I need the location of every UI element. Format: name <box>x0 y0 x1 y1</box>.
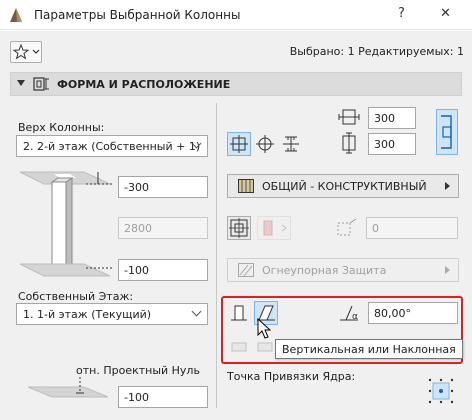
divider <box>216 103 217 408</box>
home-story-select[interactable]: 1. 1-й этаж (Текущий) <box>16 303 208 325</box>
chain-link-icon <box>441 115 452 149</box>
home-story-label: Собственный Этаж: <box>18 290 134 303</box>
core-square-icon <box>229 218 249 238</box>
top-story-select[interactable]: 2. 2-й этаж (Собственный + 1) <box>16 135 208 157</box>
section-title: ФОРМА И РАСПОЛОЖЕНИЕ <box>57 78 231 91</box>
top-story-value: 2. 2-й этаж (Собственный + 1) <box>23 140 201 153</box>
settings-panel: Выбрано: 1 Редактируемых: 1 ФОРМА И РАСП… <box>0 31 472 420</box>
chevron-right-icon <box>445 266 450 274</box>
profile-shape-button[interactable] <box>279 132 303 156</box>
star-icon <box>12 43 40 60</box>
rotation-angle-input[interactable]: 0 <box>366 217 458 239</box>
width-dimension-icon <box>338 109 360 125</box>
depth-input[interactable]: 300 <box>368 133 416 155</box>
title-bar: Параметры Выбранной Колонны ? ✕ <box>0 0 472 30</box>
anchor-point-selector[interactable] <box>424 376 458 406</box>
i-profile-icon <box>283 136 299 152</box>
anchor-point-icon <box>428 378 454 404</box>
bottom-offset-input[interactable]: -100 <box>118 259 208 281</box>
fire-protection-label: Огнеупорная Защита <box>262 264 387 277</box>
close-button[interactable]: ✕ <box>440 6 451 21</box>
reference-offset-input[interactable]: -100 <box>118 386 208 408</box>
collapse-arrow-icon[interactable] <box>17 80 25 86</box>
selection-info: Выбрано: 1 Редактируемых: 1 <box>289 45 464 58</box>
favorites-button[interactable] <box>10 41 42 63</box>
core-orientation-button[interactable] <box>227 216 251 240</box>
help-button[interactable]: ? <box>398 6 405 21</box>
wrapping-button[interactable] <box>257 216 291 240</box>
window-title: Параметры Выбранной Колонны <box>34 8 241 22</box>
round-column-icon <box>256 135 274 153</box>
top-column-label: Верх Колонны: <box>18 121 105 134</box>
chevron-right-icon <box>445 182 450 190</box>
width-input[interactable]: 300 <box>368 107 416 129</box>
hatch-swatch-icon <box>238 263 254 277</box>
mouse-cursor-icon <box>257 318 272 339</box>
home-story-value: 1. 1-й этаж (Текущий) <box>23 308 152 321</box>
round-shape-button[interactable] <box>253 132 277 156</box>
material-name: ОБЩИЙ - КОНСТРУКТИВНЫЙ <box>262 180 427 193</box>
chevron-down-icon <box>191 306 202 317</box>
wrapping-icon <box>263 220 287 236</box>
building-material-button[interactable]: ОБЩИЙ - КОНСТРУКТИВНЫЙ <box>227 174 459 198</box>
column-diagram-icon <box>19 171 114 277</box>
fire-protection-button[interactable]: Огнеупорная Защита <box>227 258 459 282</box>
rotation-angle-icon <box>337 218 357 236</box>
link-dimensions-toggle[interactable] <box>436 109 458 155</box>
reference-label: отн. Проектный Нуль <box>76 364 200 377</box>
reference-level-icon <box>27 377 109 398</box>
top-offset-input[interactable]: -300 <box>118 176 208 198</box>
tooltip: Вертикальная или Наклонная <box>275 339 463 359</box>
section-header-shape[interactable]: ФОРМА И РАСПОЛОЖЕНИЕ <box>10 72 462 96</box>
archicad-icon <box>10 8 22 22</box>
rectangular-shape-button[interactable] <box>227 132 251 156</box>
rectangular-column-icon <box>230 135 248 153</box>
depth-dimension-icon <box>342 132 356 154</box>
column-layout-icon <box>33 77 49 91</box>
anchor-label: Точка Привязки Ядра: <box>227 370 356 383</box>
height-input[interactable]: 2800 <box>118 217 208 239</box>
material-swatch-icon <box>238 179 254 193</box>
